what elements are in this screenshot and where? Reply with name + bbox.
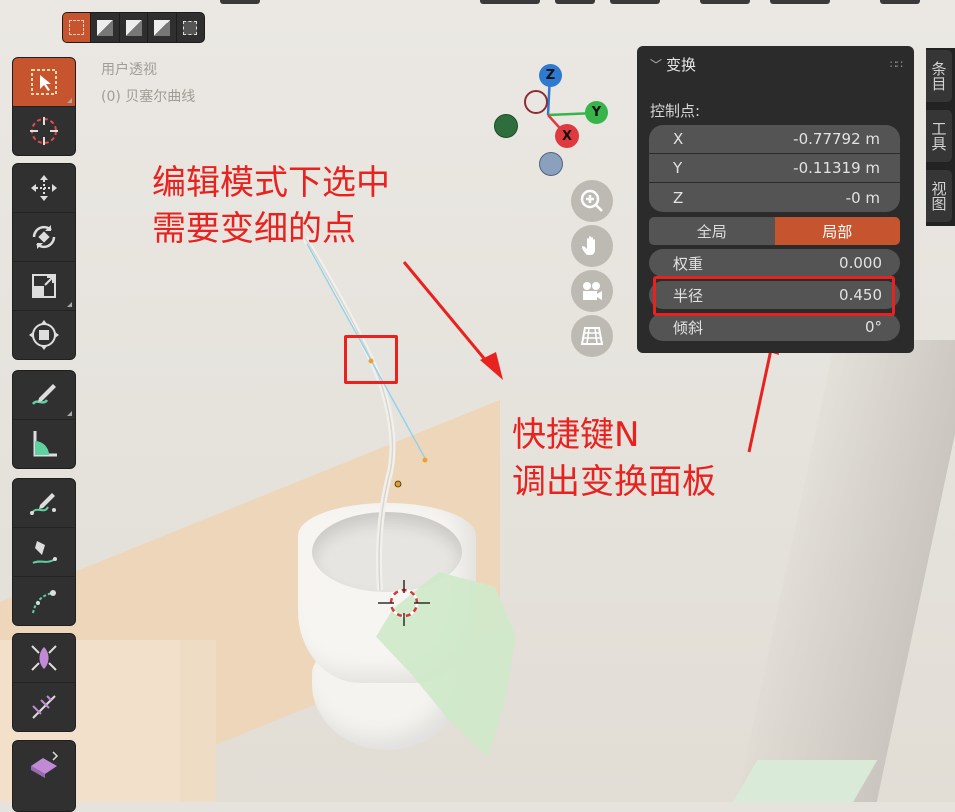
- x-field-label: X: [673, 130, 684, 148]
- control-point-label: 控制点:: [650, 102, 701, 120]
- y-field-value: -0.11319 m: [793, 159, 880, 177]
- tilt-field[interactable]: 倾斜 0°: [649, 313, 900, 341]
- weight-label: 权重: [673, 254, 704, 273]
- collapse-chevron-icon: ﹀: [650, 57, 663, 72]
- local-button[interactable]: 局部: [774, 217, 900, 245]
- global-button[interactable]: 全局: [649, 217, 775, 245]
- weight-field[interactable]: 权重 0.000: [649, 249, 900, 277]
- drag-handle-icon[interactable]: ∷∷: [890, 58, 903, 71]
- panel-title: 变换: [666, 55, 697, 74]
- weight-value: 0.000: [839, 254, 882, 272]
- y-field-label: Y: [673, 159, 683, 177]
- z-field-value: -0 m: [845, 188, 880, 207]
- space-toggle: 全局 局部: [649, 217, 900, 245]
- z-field-label: Z: [673, 188, 684, 207]
- radius-highlight: [653, 276, 895, 316]
- tilt-label: 倾斜: [673, 318, 704, 337]
- z-field[interactable]: Z -0 m: [649, 183, 900, 212]
- tab-item[interactable]: 条目: [926, 50, 952, 102]
- x-field[interactable]: X -0.77792 m: [649, 125, 900, 154]
- arrow-to-point: [402, 261, 494, 369]
- x-field-value: -0.77792 m: [793, 130, 880, 148]
- arrow-to-panel: [747, 344, 774, 453]
- panel-header[interactable]: ﹀ 变换 ∷∷: [637, 46, 914, 82]
- y-field[interactable]: Y -0.11319 m: [649, 154, 900, 183]
- tab-view[interactable]: 视图: [926, 170, 952, 222]
- tilt-value: 0°: [864, 318, 882, 336]
- tab-tool[interactable]: 工具: [926, 110, 952, 162]
